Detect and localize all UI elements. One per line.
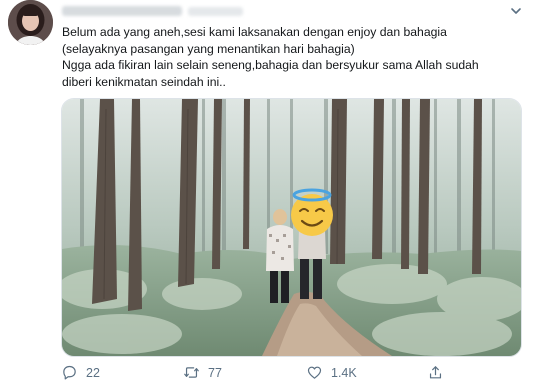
tweet-actions: 22 77 1.4K [61, 364, 521, 384]
tweet-header [62, 4, 243, 18]
blurred-user-name[interactable] [62, 6, 182, 16]
user-avatar-photo [8, 0, 53, 45]
tweet-text-line: Belum ada yang aneh,sesi kami laksanakan… [62, 25, 447, 39]
chevron-down-icon[interactable] [509, 4, 523, 18]
tweet-media[interactable] [61, 98, 522, 357]
tweet-text-line: (selayaknya pasangan yang menantikan har… [62, 41, 355, 56]
share-icon [429, 366, 442, 379]
retweet-count: 77 [208, 365, 222, 380]
share-button[interactable] [427, 364, 444, 381]
tweet-card[interactable]: Belum ada yang aneh,sesi kami laksanakan… [0, 0, 535, 391]
heart-icon [307, 366, 322, 379]
tweet-text-line: Ngga ada fikiran lain selain seneng,baha… [62, 58, 479, 72]
like-count: 1.4K [331, 365, 357, 380]
reply-button[interactable]: 22 [61, 364, 100, 381]
reply-count: 22 [86, 365, 100, 380]
retweet-icon [184, 367, 199, 378]
blurred-user-handle[interactable] [188, 6, 243, 16]
retweet-button[interactable]: 77 [183, 364, 222, 381]
like-button[interactable]: 1.4K [306, 364, 357, 381]
reply-icon [63, 365, 76, 380]
smiling-face-with-halo-icon [291, 188, 333, 236]
tweet-text-line: diberi kenikmatan seindah ini.. [62, 74, 226, 89]
user-avatar[interactable] [8, 0, 53, 45]
tweet-text: Belum ada yang aneh,sesi kami laksanakan… [62, 24, 522, 90]
forest-couple-photo [62, 99, 521, 356]
